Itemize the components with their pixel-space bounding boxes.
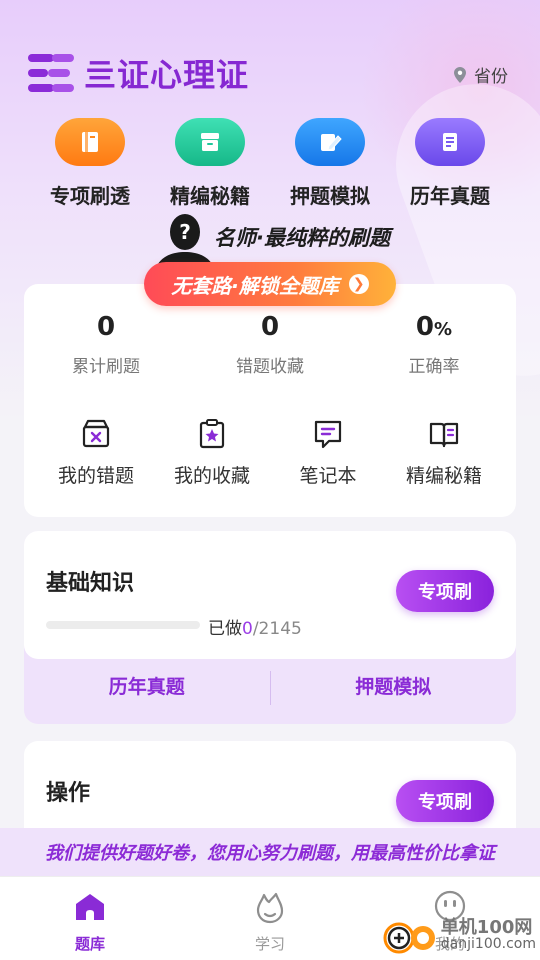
special-drill-button[interactable]: 专项刷 — [396, 570, 494, 612]
category-label: 押题模拟 — [290, 184, 370, 208]
unlock-label: 无套路·解锁全题库 — [171, 273, 339, 298]
tool-notebook[interactable]: 笔记本 — [273, 417, 383, 488]
stat-total-practice[interactable]: 0 累计刷题 — [36, 312, 176, 377]
stat-accuracy[interactable]: 0% 正确率 — [364, 312, 504, 377]
tool-label: 我的错题 — [57, 465, 134, 487]
stat-value: 0 — [96, 312, 116, 342]
link-past-exams[interactable]: 历年真题 — [24, 671, 270, 711]
tool-my-mistakes[interactable]: 我的错题 — [41, 417, 151, 488]
progress-text: 已做0/2145 — [208, 614, 302, 639]
stat-label: 正确率 — [408, 357, 460, 377]
tab-label: 题库 — [74, 935, 105, 953]
site-watermark: 单机100网 danji100.com — [381, 916, 536, 956]
category-secret-guide[interactable]: 精编秘籍 — [155, 118, 265, 209]
tool-my-favorites[interactable]: 我的收藏 — [157, 417, 267, 488]
slogan-banner: 我们提供好题好卷，您用心努力刷题，用最高性价比拿证 — [0, 828, 540, 876]
stat-value: 0 — [415, 312, 435, 342]
pencil-note-icon — [295, 118, 365, 166]
subject-title: 操作 — [46, 781, 91, 806]
tab-question-bank[interactable]: 题库 — [0, 877, 180, 960]
done-prefix: 已做 — [208, 619, 242, 639]
location-selector[interactable]: 省份 — [454, 62, 508, 87]
tab-study[interactable]: 学习 — [180, 877, 360, 960]
stat-label: 累计刷题 — [72, 357, 140, 377]
watermark-title: 单机100网 — [440, 917, 533, 938]
subject-title: 基础知识 — [46, 571, 135, 596]
category-mock-exam[interactable]: 押题模拟 — [275, 118, 385, 209]
chevron-right-icon: ❯ — [348, 274, 369, 294]
location-label: 省份 — [474, 67, 508, 87]
category-label: 精编秘籍 — [170, 184, 250, 208]
progress-bar — [46, 621, 200, 629]
stat-unit: % — [434, 319, 453, 340]
stats-card: 0 累计刷题 0 错题收藏 0% 正确率 我的错题 我的收藏 笔记本 精编秘籍 — [24, 284, 516, 517]
tool-label: 精编秘籍 — [405, 465, 482, 487]
location-pin-icon — [454, 66, 466, 83]
watermark-logo-icon — [383, 922, 435, 954]
special-drill-button[interactable]: 专项刷 — [396, 780, 494, 822]
subject-links: 历年真题 押题模拟 — [24, 671, 516, 711]
note-bubble-icon — [314, 420, 342, 449]
category-past-exams[interactable]: 历年真题 — [395, 118, 505, 209]
subject-card-basic: 基础知识 已做0/2145 专项刷 历年真题 押题模拟 — [24, 531, 516, 724]
link-mock-exam[interactable]: 押题模拟 — [271, 671, 517, 711]
app-name: 亖证心理证 — [84, 56, 250, 94]
subject-card-main: 基础知识 已做0/2145 专项刷 — [24, 531, 516, 659]
stat-value: 0 — [260, 312, 280, 342]
svg-text:?: ? — [179, 220, 191, 244]
unlock-question-bank-button[interactable]: 无套路·解锁全题库 ❯ — [144, 262, 396, 306]
tools-row: 我的错题 我的收藏 笔记本 精编秘籍 — [24, 417, 516, 488]
flame-icon — [256, 892, 284, 924]
tool-secret-guide[interactable]: 精编秘籍 — [389, 417, 499, 488]
tool-label: 我的收藏 — [173, 465, 250, 487]
logo-icon — [28, 52, 76, 94]
category-label: 历年真题 — [410, 184, 490, 208]
open-book-icon — [429, 422, 459, 448]
app-logo: 亖证心理证 — [28, 50, 249, 96]
archive-box-icon — [175, 118, 245, 166]
scroll-icon — [415, 118, 485, 166]
wrong-box-icon — [82, 419, 110, 448]
category-special-practice[interactable]: 专项刷透 — [35, 118, 145, 209]
watermark-domain: danji100.com — [440, 936, 536, 952]
category-label: 专项刷透 — [50, 184, 130, 208]
total-count: /2145 — [252, 619, 302, 639]
tool-label: 笔记本 — [299, 465, 357, 487]
tab-label: 学习 — [254, 935, 285, 953]
stat-label: 错题收藏 — [236, 357, 304, 377]
category-row: 专项刷透 精编秘籍 押题模拟 历年真题 — [0, 118, 540, 209]
banner-title: 名师·最纯粹的刷题 — [214, 226, 390, 250]
star-clipboard-icon — [199, 419, 225, 449]
done-count: 0 — [242, 619, 253, 639]
house-icon — [76, 894, 104, 920]
stat-wrong-saved[interactable]: 0 错题收藏 — [200, 312, 340, 377]
book-icon — [55, 118, 125, 166]
